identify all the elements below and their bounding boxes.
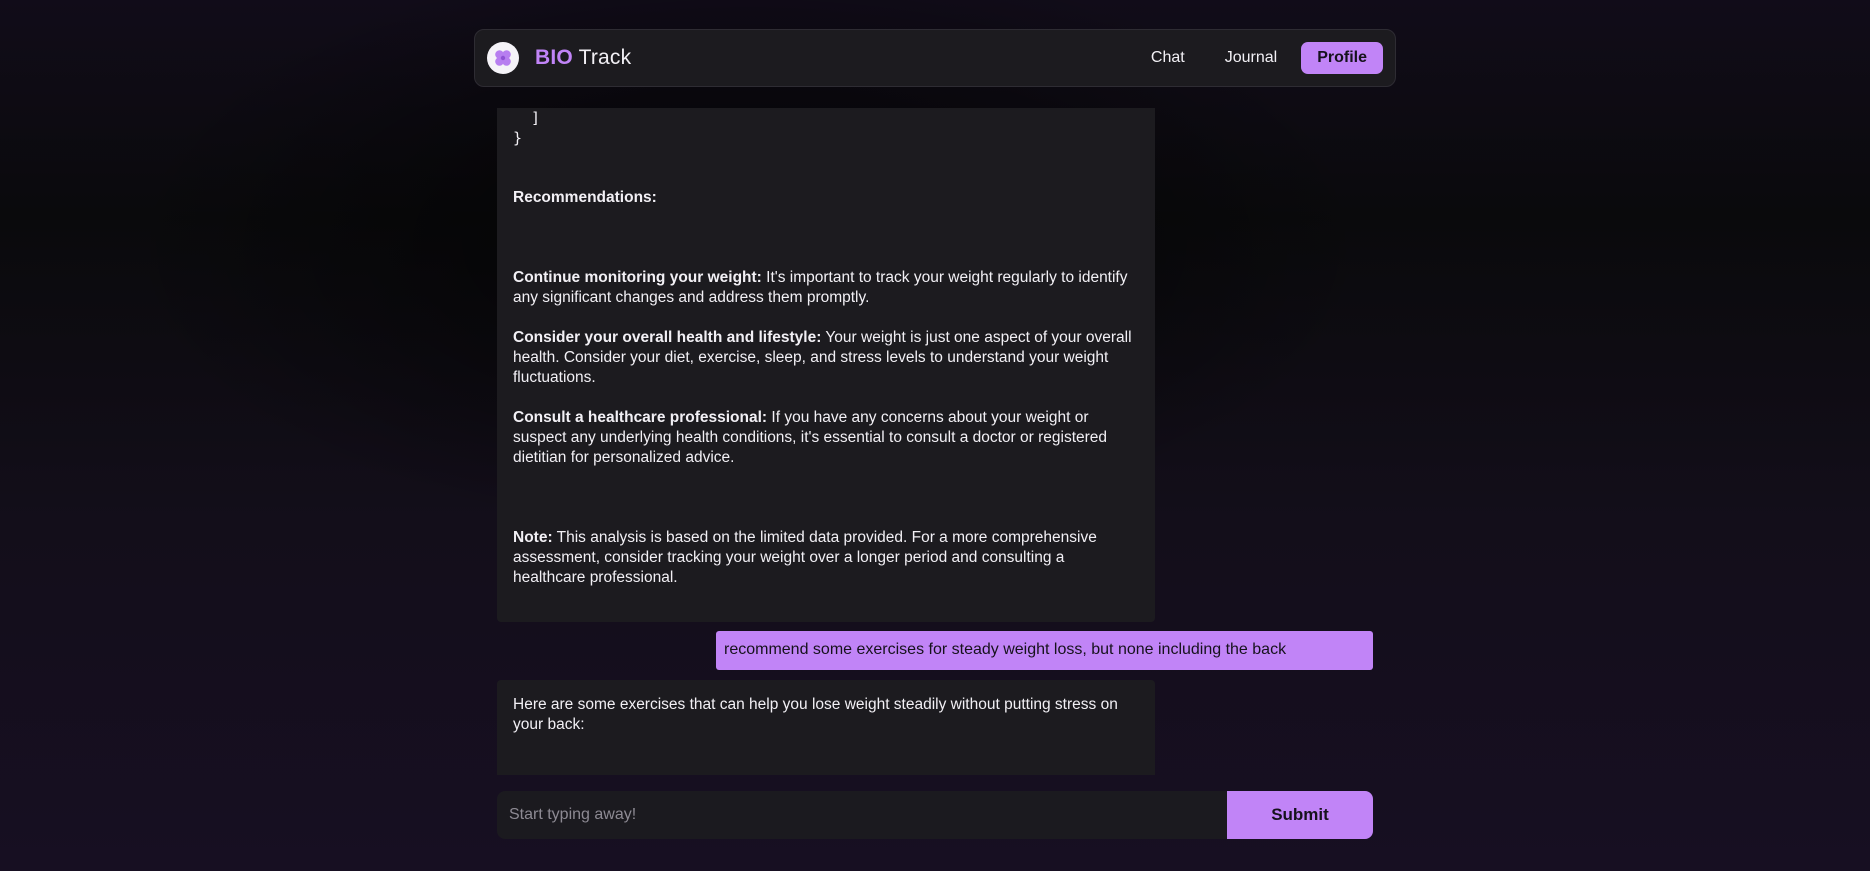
nav-profile[interactable]: Profile: [1301, 42, 1383, 74]
recommendation-title: Consider your overall health and lifesty…: [513, 329, 822, 346]
user-message: recommend some exercises for steady weig…: [716, 631, 1373, 670]
assistant-message-text: Here are some exercises that can help yo…: [513, 696, 1118, 733]
assistant-message: ] } Recommendations: Continue monitoring…: [497, 108, 1155, 622]
brand-name[interactable]: BIO Track: [535, 46, 631, 70]
submit-button[interactable]: Submit: [1227, 791, 1373, 839]
recommendation-title: Consult a healthcare professional:: [513, 409, 768, 426]
recommendations-heading: Recommendations:: [513, 189, 657, 206]
recommendation-title: Continue monitoring your weight:: [513, 269, 762, 286]
code-line: ]: [513, 109, 541, 127]
message-input[interactable]: [497, 791, 1227, 839]
note-title: Note:: [513, 529, 553, 546]
nav-links: Chat Journal Profile: [1135, 42, 1383, 74]
nav-chat[interactable]: Chat: [1135, 42, 1201, 74]
brand-rest: Track: [578, 46, 632, 69]
message-composer: Submit: [497, 791, 1373, 839]
recommendation-item: Consider your overall health and lifesty…: [513, 328, 1139, 388]
code-line: }: [513, 129, 523, 147]
recommendation-item: Continue monitoring your weight: It's im…: [513, 268, 1139, 308]
note-body: This analysis is based on the limited da…: [513, 529, 1097, 586]
recommendation-item: Consult a healthcare professional: If yo…: [513, 408, 1139, 468]
nav-journal[interactable]: Journal: [1209, 42, 1293, 74]
note-paragraph: Note: This analysis is based on the limi…: [513, 528, 1139, 588]
assistant-message: Here are some exercises that can help yo…: [497, 680, 1155, 775]
top-navbar: BIO Track Chat Journal Profile: [474, 29, 1396, 87]
logo[interactable]: [487, 42, 519, 74]
brand-bold: BIO: [535, 46, 573, 69]
flower-icon: [495, 50, 511, 66]
